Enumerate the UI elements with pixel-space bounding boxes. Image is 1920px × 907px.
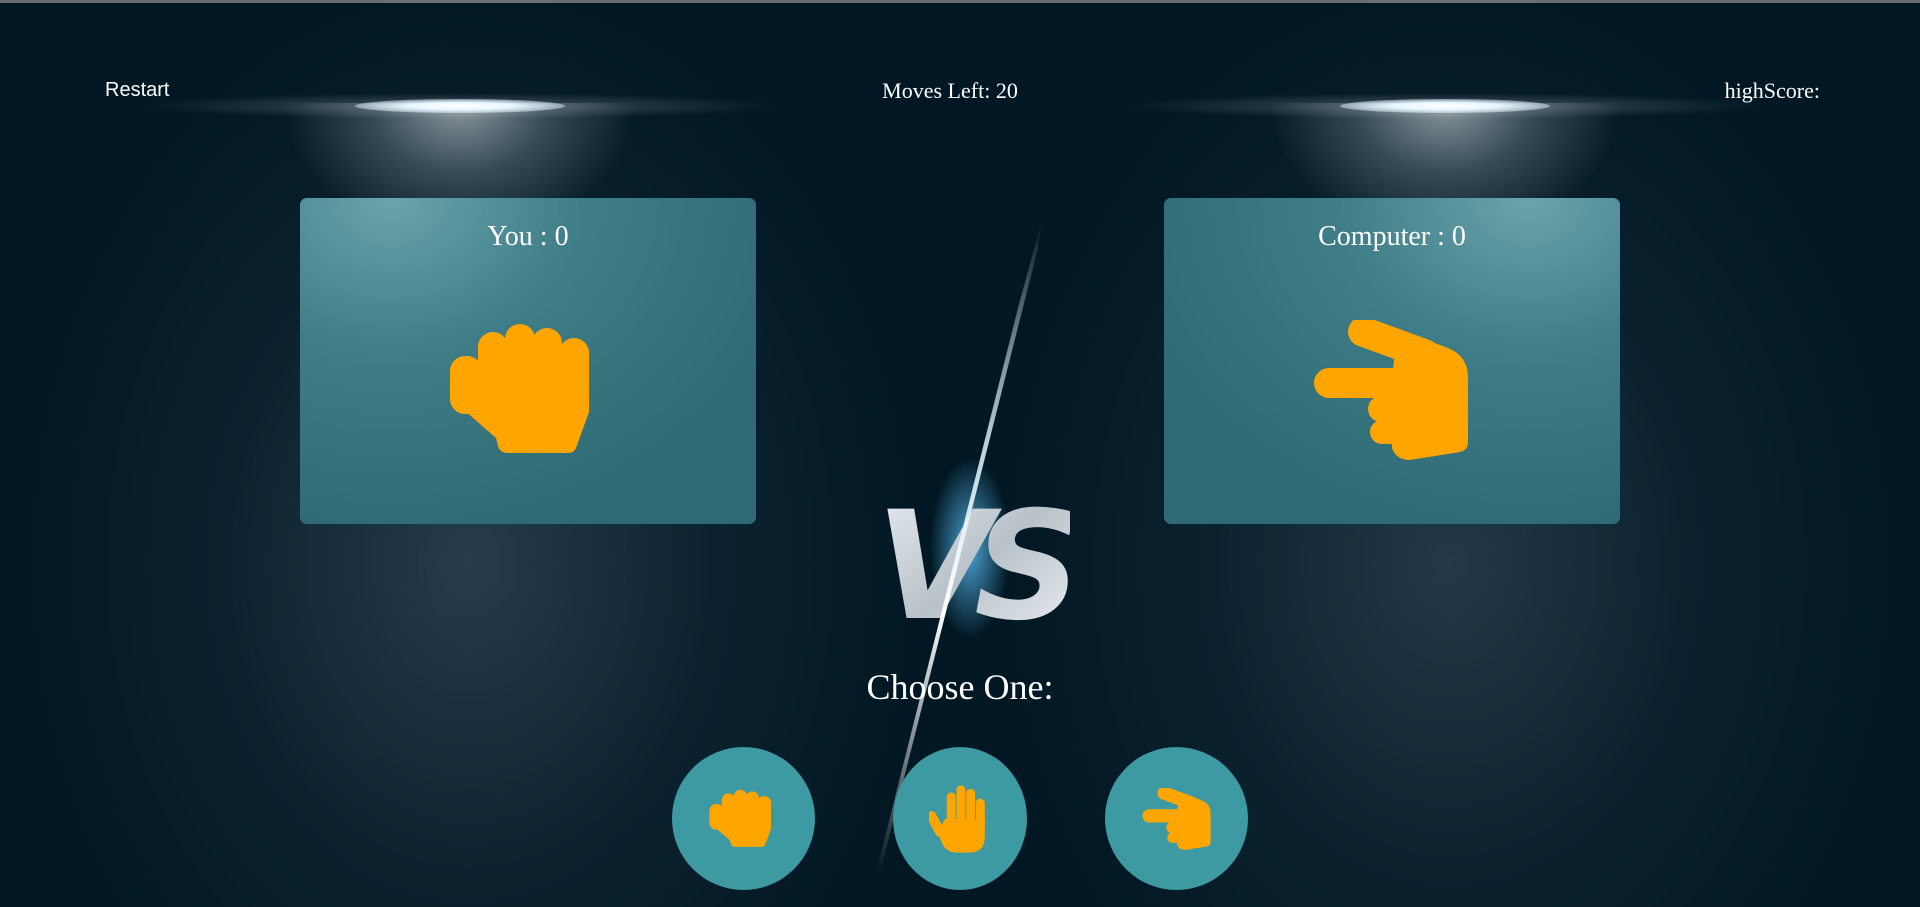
moves-left-counter: Moves Left: 20 xyxy=(882,78,1018,103)
player-score: You : 0 xyxy=(487,221,569,252)
game-stage: Restart Moves Left: 20 highScore: You : … xyxy=(0,0,1920,907)
scissors-hand-icon xyxy=(1141,787,1211,850)
vs-label: VS xyxy=(876,480,1070,654)
paper-button[interactable] xyxy=(893,747,1027,890)
choose-prompt: Choose One: xyxy=(866,667,1054,707)
high-score-label: highScore: xyxy=(1724,78,1820,103)
computer-card: Computer : 0 xyxy=(1164,198,1620,524)
fist-icon xyxy=(708,789,771,847)
scissors-button[interactable] xyxy=(1105,747,1248,890)
high-score: highScore: xyxy=(1725,78,1824,104)
computer-score: Computer : 0 xyxy=(1318,221,1466,252)
player-card: You : 0 xyxy=(300,198,756,524)
fist-icon xyxy=(450,324,589,453)
rock-button[interactable] xyxy=(672,747,815,890)
open-hand-icon xyxy=(929,784,985,853)
scissors-hand-icon xyxy=(1314,320,1468,460)
